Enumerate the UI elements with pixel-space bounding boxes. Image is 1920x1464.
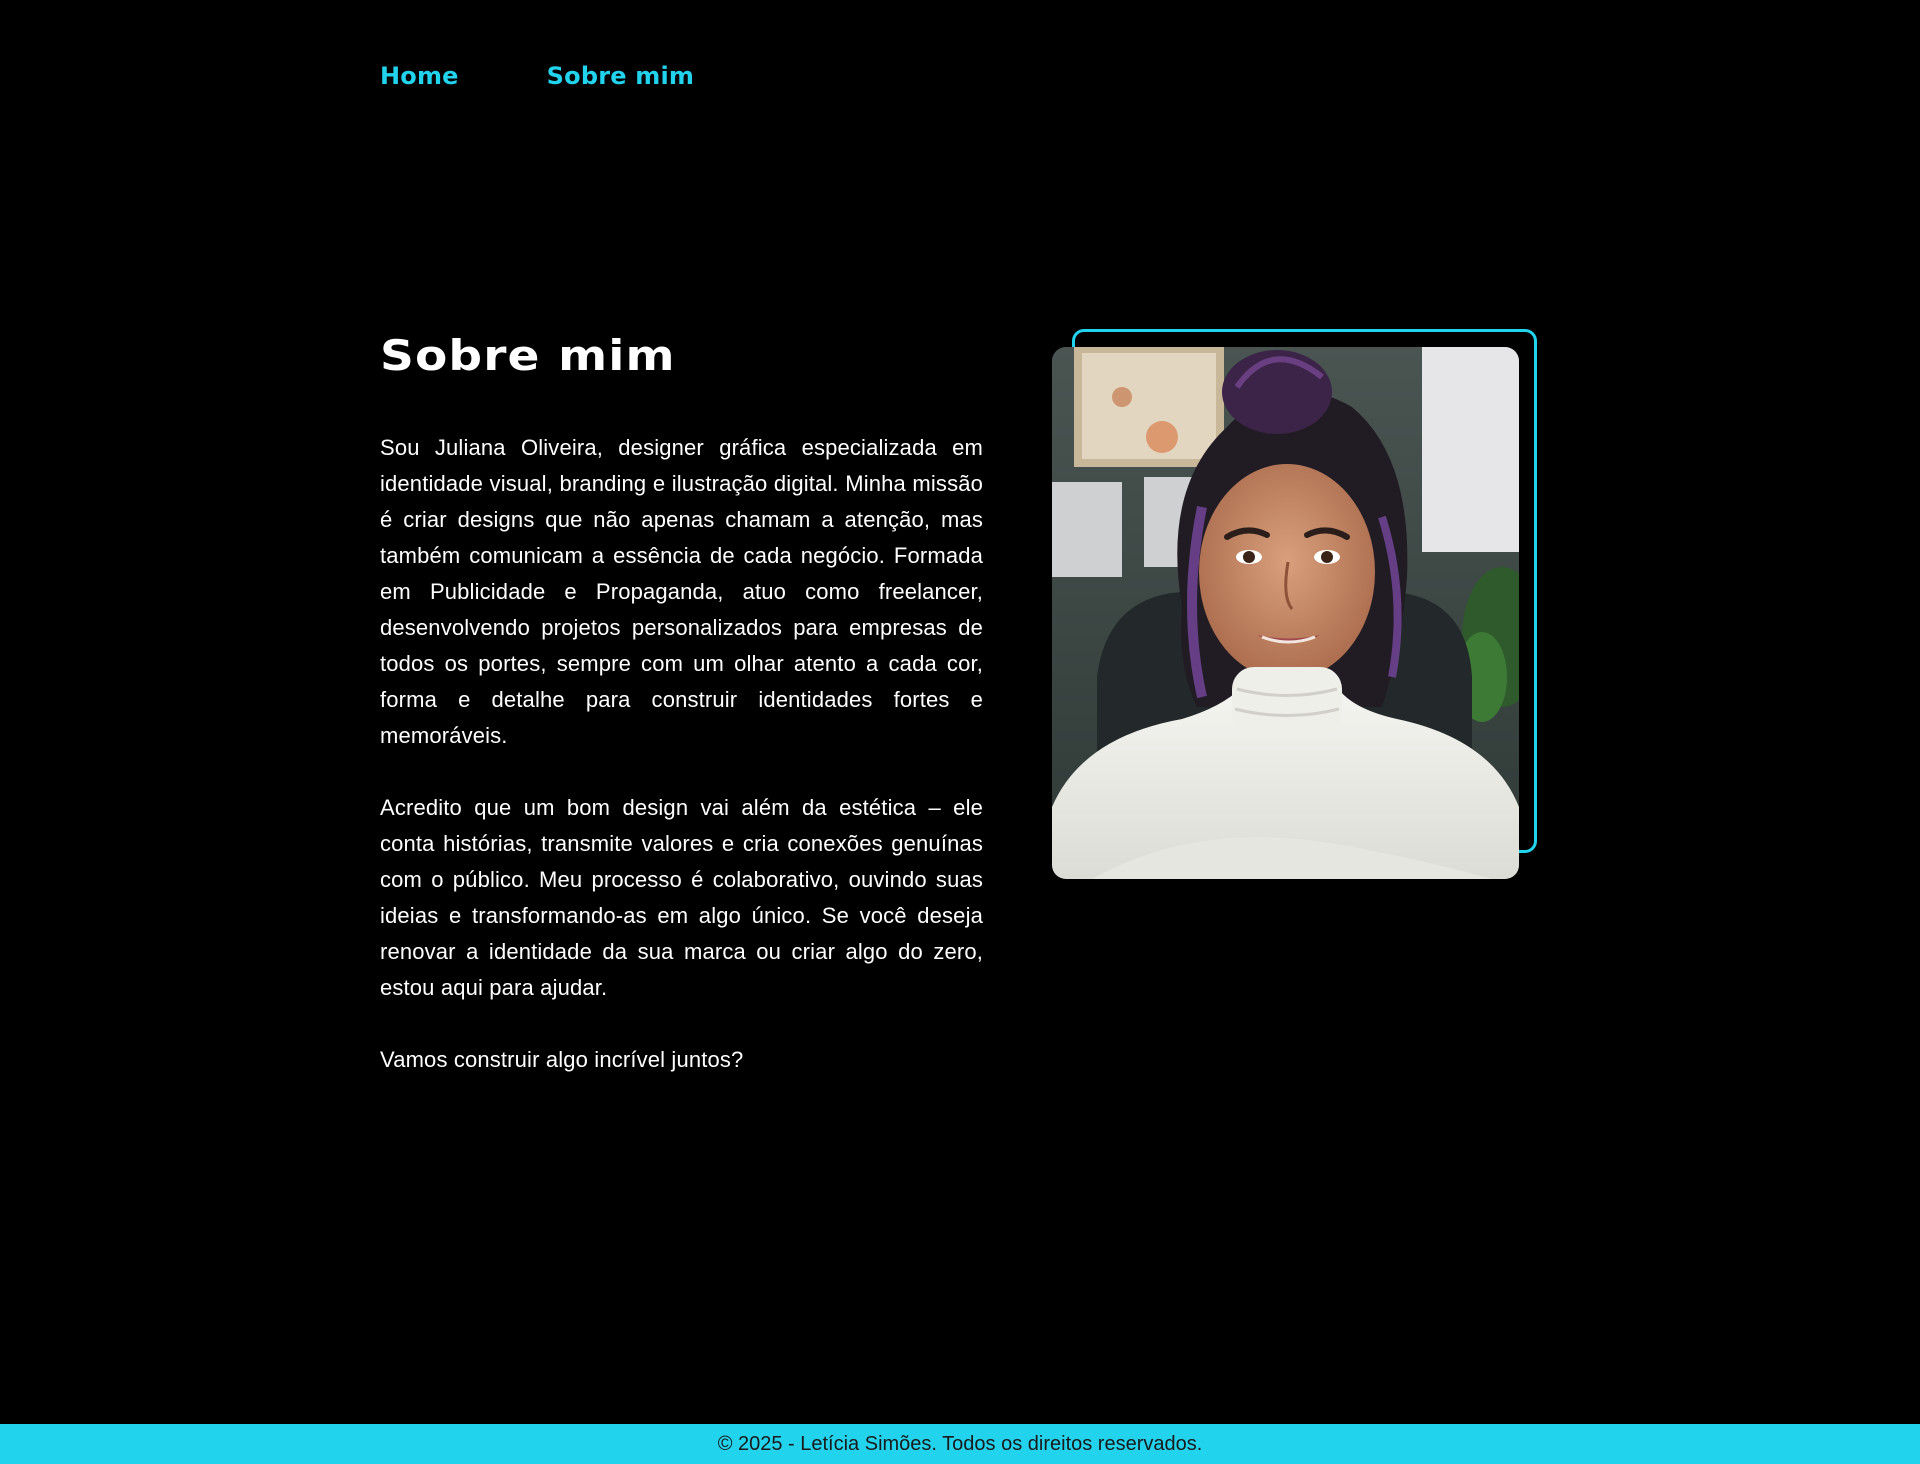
nav-link-sobre-mim[interactable]: Sobre mim	[547, 62, 694, 90]
about-paragraph-2: Acredito que um bom design vai além da e…	[380, 795, 983, 1000]
page: Home Sobre mim Sobre mim Sou Juliana Oli…	[0, 0, 1920, 1464]
top-nav: Home Sobre mim	[380, 62, 694, 90]
about-section: Sobre mim Sou Juliana Oliveira, designer…	[380, 328, 983, 1114]
about-text: Sou Juliana Oliveira, designer gráfica e…	[380, 430, 983, 1078]
footer-copyright: © 2025 - Letícia Simões. Todos os direit…	[717, 1432, 1203, 1455]
about-paragraph-1: Sou Juliana Oliveira, designer gráfica e…	[380, 435, 983, 748]
profile-photo	[1052, 347, 1519, 879]
about-paragraph-3: Vamos construir algo incrível juntos?	[380, 1047, 744, 1072]
nav-link-home[interactable]: Home	[380, 62, 459, 90]
page-title: Sobre mim	[380, 331, 676, 380]
footer: © 2025 - Letícia Simões. Todos os direit…	[0, 1424, 1920, 1464]
portrait-photo-icon	[1052, 347, 1519, 879]
